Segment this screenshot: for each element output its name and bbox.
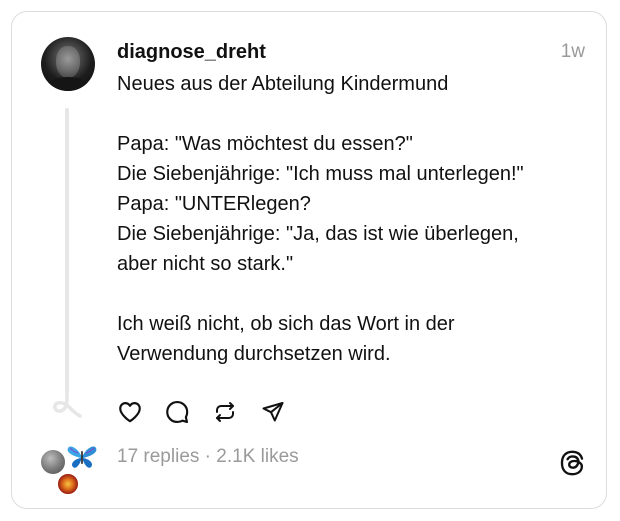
threads-logo-icon[interactable] [558, 449, 586, 477]
post-line [117, 279, 587, 309]
post-timestamp[interactable]: 1w [561, 40, 585, 64]
post-line [117, 99, 587, 129]
post-line: Papa: "UNTERlegen? [117, 193, 311, 215]
replies-count-link[interactable]: 17 replies [117, 446, 199, 467]
thread-line [65, 108, 69, 394]
like-button[interactable] [116, 398, 144, 426]
repost-button[interactable] [211, 398, 239, 426]
send-icon [262, 402, 284, 422]
thread-loop-icon [53, 392, 82, 418]
repost-icon [216, 402, 234, 422]
post-line: Die Siebenjährige: "Ich muss mal unterle… [117, 163, 524, 185]
butterfly-icon [67, 446, 97, 468]
post-stats: 17 replies · 2.1K likes [117, 444, 299, 470]
post-line: Die Siebenjährige: "Ja, das ist wie über… [117, 223, 519, 245]
post-line: Ich weiß nicht, ob sich das Wort in der [117, 313, 455, 335]
stats-separator: · [199, 446, 217, 467]
share-button[interactable] [259, 398, 287, 426]
reply-avatar [40, 449, 66, 475]
heart-icon [119, 402, 141, 423]
reply-button[interactable] [163, 398, 191, 426]
post-line: Verwendung durchsetzen wird. [117, 343, 391, 365]
comment-icon [166, 400, 189, 424]
author-avatar[interactable] [41, 37, 95, 91]
post-line: Neues aus der Abteilung Kindermund [117, 73, 449, 95]
avatar-shoulders [45, 77, 91, 91]
avatar-face [56, 46, 80, 78]
post-line: Papa: "Was möchtest du essen?" [117, 133, 413, 155]
reply-avatar [57, 473, 79, 495]
likes-count-link[interactable]: 2.1K likes [216, 446, 298, 467]
reply-avatars[interactable] [38, 440, 102, 495]
post-line: aber nicht so stark." [117, 253, 294, 275]
post-body: Neues aus der Abteilung Kindermund Papa:… [117, 69, 587, 369]
author-username[interactable]: diagnose_dreht [117, 40, 266, 64]
